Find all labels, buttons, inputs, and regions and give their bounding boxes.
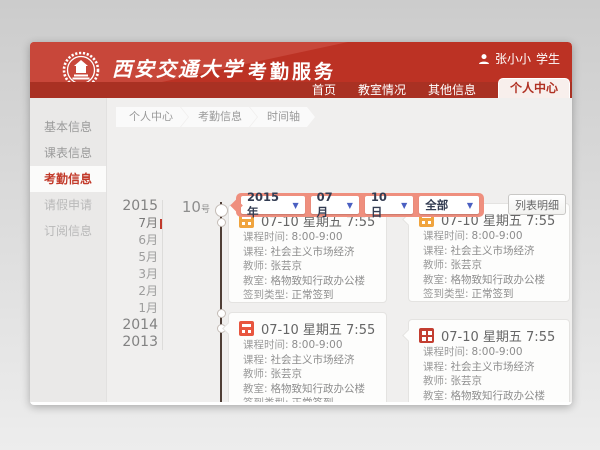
timeline-node [217,309,226,318]
rail-month-3[interactable]: 3月 [120,266,158,283]
seal-icon [419,328,434,343]
breadcrumb-personal-center[interactable]: 个人中心 [116,107,188,127]
rail-separator [162,200,163,350]
breadcrumb-timeline[interactable]: 时间轴 [250,107,315,127]
university-name-cn: 西安交通大学 [112,53,244,82]
sidebar-item-timetable[interactable]: 课表信息 [30,140,106,166]
sidebar-item-leave-request[interactable]: 请假申请 [30,192,106,218]
sidebar: 基本信息 课表信息 考勤信息 请假申请 订阅信息 [30,98,107,402]
date-filter-bar: 2015年▼ 07月▼ 10日▼ 全部▼ [236,193,484,217]
header: 西安交通大学 XI'AN JIAO TONG UNIVERSITY 考勤服务 张… [30,42,572,98]
timeline-line [220,202,222,402]
timeline-node [217,218,226,227]
main-nav: 首页 教室情况 其他信息 个人中心 [312,76,572,98]
rail-active-tick [160,219,162,229]
attendance-card: 07-10 星期五 7:55 课程时间:8:00-9:00 课程:社会主义市场经… [228,312,387,402]
calendar-icon [239,321,254,336]
rail-month-6[interactable]: 6月 [120,232,158,249]
sidebar-item-attendance[interactable]: 考勤信息 [30,166,106,192]
nav-item-other[interactable]: 其他信息 [428,82,476,98]
rail-month-2[interactable]: 2月 [120,283,158,300]
sidebar-item-subscription[interactable]: 订阅信息 [30,218,106,244]
rail-month-1[interactable]: 1月 [120,300,158,317]
dropdown-arrow-icon: ▼ [347,201,353,210]
user-icon [478,53,490,65]
content-area: 基本信息 课表信息 考勤信息 请假申请 订阅信息 个人中心 考勤信息 时间轴 2… [30,98,572,402]
dropdown-arrow-icon: ▼ [467,201,473,210]
breadcrumb: 个人中心 考勤信息 时间轴 [116,107,315,127]
nav-item-classroom[interactable]: 教室情况 [358,82,406,98]
rail-month-7[interactable]: 7月 [120,215,158,232]
user-info[interactable]: 张小小 学生 [478,50,560,67]
sidebar-item-basic-info[interactable]: 基本信息 [30,114,106,140]
list-detail-button[interactable]: 列表明细 [508,194,566,215]
breadcrumb-attendance[interactable]: 考勤信息 [181,107,257,127]
type-dropdown[interactable]: 全部▼ [419,196,479,214]
rail-month-5[interactable]: 5月 [120,249,158,266]
nav-item-home[interactable]: 首页 [312,82,336,98]
day-group-label: 10号 [178,198,210,216]
rail-year-2015[interactable]: 2015 [120,198,158,215]
day-dropdown[interactable]: 10日▼ [365,196,413,214]
card-title: 07-10 星期五 7:55 [261,319,375,338]
timeline-node [215,204,228,217]
nav-tab-personal-center[interactable]: 个人中心 [498,78,570,98]
card-title: 07-10 星期五 7:55 [441,326,555,345]
dropdown-arrow-icon: ▼ [292,201,298,210]
attendance-card: 07-10 星期五 7:55 课程时间:8:00-9:00 课程:社会主义市场经… [408,319,570,402]
user-role: 学生 [536,50,560,67]
month-dropdown[interactable]: 07月▼ [311,196,359,214]
date-rail: 2015 7月 6月 5月 3月 2月 1月 2014 2013 [120,198,158,351]
dropdown-arrow-icon: ▼ [401,201,407,210]
attendance-card: 07-10 星期五 7:55 课程时间:8:00-9:00 课程:社会主义市场经… [408,203,570,302]
rail-year-2013[interactable]: 2013 [120,334,158,351]
app-window: 西安交通大学 XI'AN JIAO TONG UNIVERSITY 考勤服务 张… [30,42,572,405]
user-name: 张小小 [495,50,531,67]
year-dropdown[interactable]: 2015年▼ [241,196,305,214]
rail-year-2014[interactable]: 2014 [120,317,158,334]
